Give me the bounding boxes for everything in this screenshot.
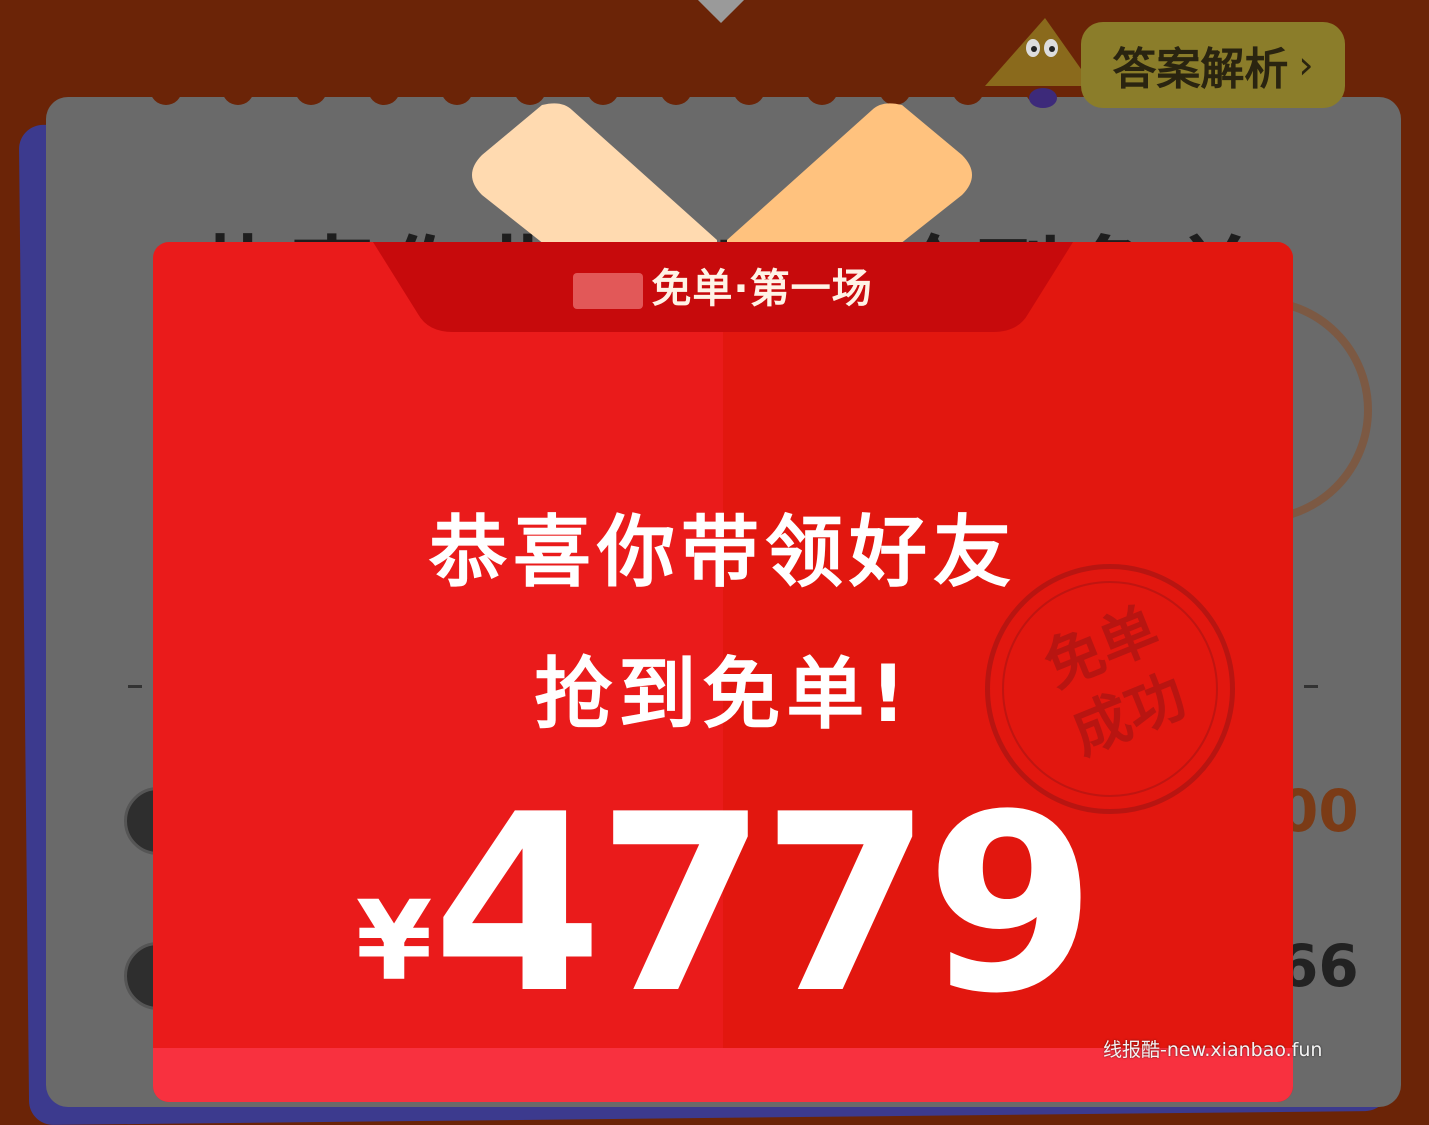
- answer-analysis-button[interactable]: 答案解析 ›: [1081, 22, 1345, 108]
- free-order-envelope: 免单·第一场 恭喜你带领好友 抢到免单! 免单 成功 ¥4779: [153, 242, 1293, 1102]
- saved-amount: ¥4779: [153, 782, 1293, 1027]
- amount-value: 4779: [432, 762, 1096, 1047]
- banner-label: 免单·第一场: [651, 266, 873, 312]
- divider-left: [128, 685, 142, 688]
- mascot-icon: [985, 18, 1093, 108]
- answer-analysis-label: 答案解析: [1112, 44, 1289, 95]
- currency-symbol: ¥: [355, 877, 433, 1005]
- chevron-right-icon: ›: [1298, 43, 1314, 87]
- divider-right: [1304, 685, 1318, 688]
- banner-title: 免单·第一场: [153, 256, 1293, 314]
- redacted-text: [573, 273, 644, 309]
- watermark-text: 线报酷-new.xianbao.fun: [1103, 1039, 1323, 1061]
- top-pointer: [696, 0, 746, 24]
